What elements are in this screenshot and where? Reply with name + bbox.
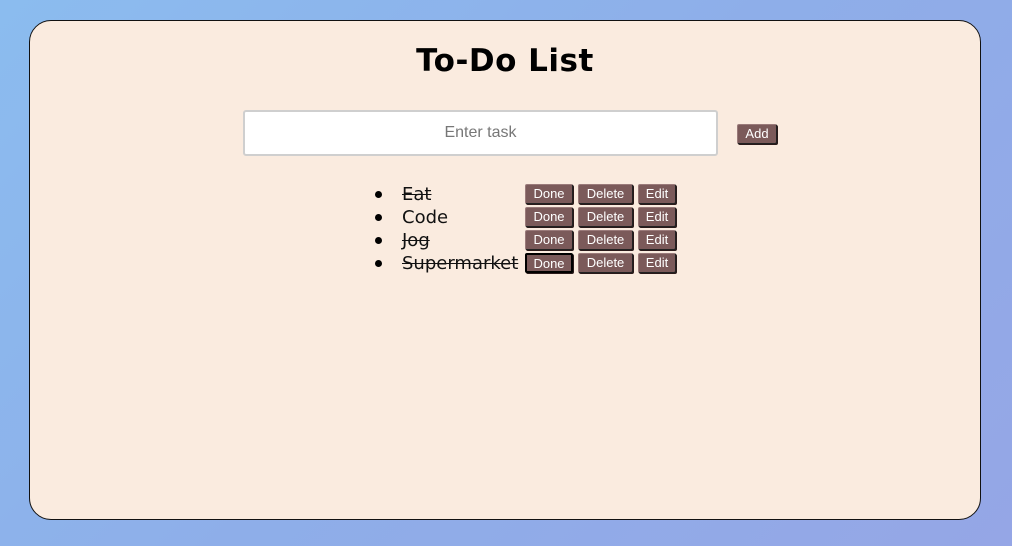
- done-button[interactable]: Done: [525, 253, 573, 273]
- todo-card: To-Do List Add Eat Done Delete Edit Code…: [29, 20, 981, 520]
- edit-button[interactable]: Edit: [638, 230, 676, 250]
- task-actions: Done Delete Edit: [525, 230, 676, 250]
- bullet-icon: [375, 260, 382, 267]
- task-input[interactable]: [243, 110, 718, 156]
- task-text: Eat: [402, 184, 432, 205]
- delete-button[interactable]: Delete: [578, 253, 633, 273]
- done-button[interactable]: Done: [525, 230, 573, 250]
- task-actions: Done Delete Edit: [525, 184, 676, 204]
- edit-button[interactable]: Edit: [638, 184, 676, 204]
- task-text: Code: [402, 207, 449, 228]
- done-button[interactable]: Done: [525, 207, 573, 227]
- bullet-icon: [375, 237, 382, 244]
- delete-button[interactable]: Delete: [578, 230, 633, 250]
- edit-button[interactable]: Edit: [638, 253, 676, 273]
- task-actions: Done Delete Edit: [525, 207, 676, 227]
- page-title: To-Do List: [416, 43, 594, 79]
- task-text: Supermarket: [402, 253, 519, 274]
- done-button[interactable]: Done: [525, 184, 573, 204]
- edit-button[interactable]: Edit: [638, 207, 676, 227]
- add-button[interactable]: Add: [737, 124, 777, 144]
- delete-button[interactable]: Delete: [578, 207, 633, 227]
- delete-button[interactable]: Delete: [578, 184, 633, 204]
- bullet-icon: [375, 191, 382, 198]
- task-actions: Done Delete Edit: [525, 253, 676, 273]
- task-text: Jog: [402, 230, 430, 251]
- bullet-icon: [375, 214, 382, 221]
